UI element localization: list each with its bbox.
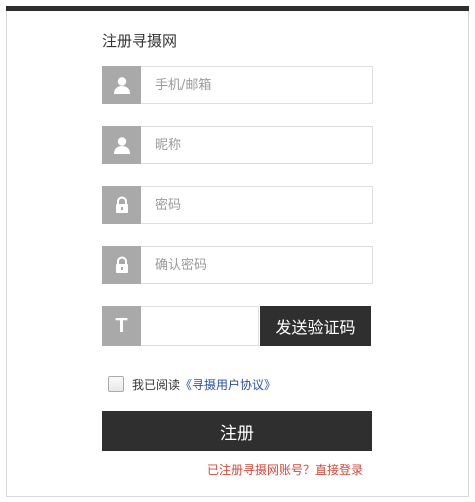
nickname-field[interactable] [102, 126, 373, 164]
user-icon [102, 66, 141, 104]
nickname-input[interactable] [155, 127, 365, 163]
form-title: 注册寻摄网 [102, 32, 178, 50]
login-link[interactable]: 已注册寻摄网账号？直接登录 [207, 461, 363, 478]
agreement-row: 我已阅读 《寻摄用户协议》 [108, 375, 276, 393]
lock-icon [102, 186, 141, 224]
verify-code-field[interactable]: T [102, 306, 259, 346]
register-button[interactable]: 注册 [102, 411, 372, 451]
agreement-link[interactable]: 《寻摄用户协议》 [180, 376, 276, 393]
user-icon [102, 126, 141, 164]
agreement-checkbox[interactable] [108, 376, 124, 392]
send-code-button[interactable]: 发送验证码 [260, 306, 371, 346]
lock-icon [102, 246, 141, 284]
confirm-password-field[interactable] [102, 246, 373, 284]
password-input[interactable] [155, 187, 365, 223]
text-icon: T [102, 306, 141, 346]
agreement-text: 我已阅读 [132, 377, 181, 392]
password-field[interactable] [102, 186, 373, 224]
verify-code-input[interactable] [155, 307, 255, 345]
confirm-password-input[interactable] [155, 247, 365, 283]
account-input[interactable] [155, 67, 365, 103]
account-field[interactable] [102, 66, 373, 104]
